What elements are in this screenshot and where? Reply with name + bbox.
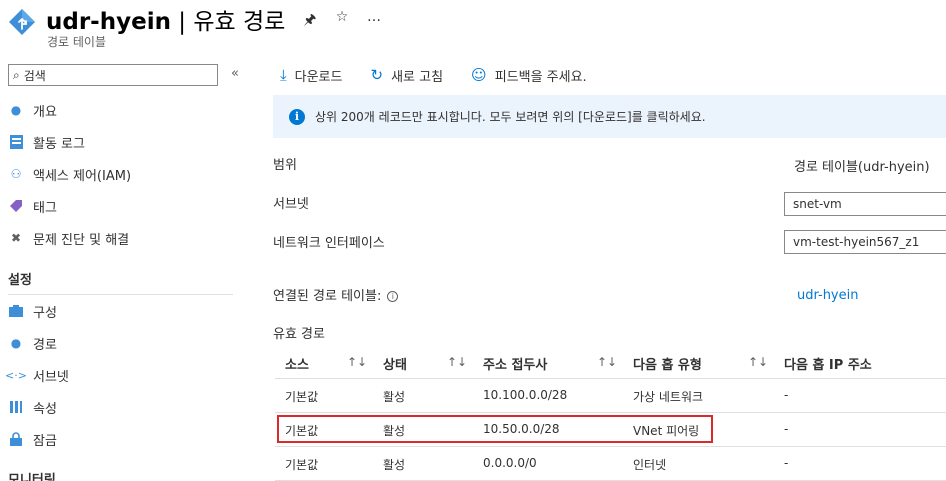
sidebar-item-configuration[interactable]: 구성 (8, 299, 57, 323)
sort-icon[interactable]: ↑↓ (597, 355, 617, 369)
route-icon: ● (10, 336, 22, 350)
nic-label: 네트워크 인터페이스 (273, 236, 385, 251)
sidebar-item-locks[interactable]: 잠금 (8, 427, 57, 451)
collapse-sidebar-icon[interactable]: « (231, 66, 239, 81)
page-header: udr-hyein | 유효 경로 경로 테이블 🖈︎ ☆ … (0, 0, 946, 56)
iam-icon: ⚇ (10, 167, 22, 181)
col-header-next-hop-ip[interactable]: 다음 홉 IP 주소 (784, 354, 872, 373)
cell-next-hop-ip: - (784, 422, 789, 436)
effective-routes-heading: 유효 경로 (273, 327, 325, 342)
cell-state: 활성 (383, 390, 406, 404)
cell-state: 활성 (383, 458, 406, 472)
section-monitoring: 모니터링 (8, 473, 56, 481)
sidebar-item-subnets[interactable]: <·> 서브넷 (5, 363, 69, 387)
subnet-dropdown[interactable]: snet-vm (784, 192, 946, 216)
table-row: 기본값 활성 0.0.0.0/0 인터넷 - (275, 447, 946, 481)
refresh-button[interactable]: ↻ 새로 고침 (370, 66, 443, 85)
tag-icon (8, 198, 24, 214)
info-banner: i 상위 200개 레코드만 표시합니다. 모두 보려면 위의 [다운로드]를 … (273, 95, 946, 138)
pin-icon[interactable]: 🖈︎ (300, 9, 320, 33)
info-circle-icon[interactable]: i (387, 291, 399, 302)
config-icon (8, 303, 24, 319)
linked-route-table-label: 연결된 경로 테이블: i (273, 285, 399, 304)
log-icon (8, 134, 24, 150)
sort-icon[interactable]: ↑↓ (347, 355, 367, 369)
sidebar: ⌕ 검색 « ● 개요 활동 로그 ⚇ 액세스 제어(IAM) 태그 ✖ 문제 … (0, 56, 250, 481)
sort-icon[interactable]: ↑↓ (748, 355, 768, 369)
wrench-icon: ✖ (10, 231, 22, 245)
sidebar-item-tags[interactable]: 태그 (8, 194, 57, 218)
star-icon[interactable]: ☆ (332, 9, 352, 33)
highlight-box (277, 415, 713, 443)
sidebar-item-diagnose[interactable]: ✖ 문제 진단 및 해결 (8, 226, 129, 250)
cell-next-hop-ip: - (784, 388, 789, 402)
cell-prefix: 10.100.0.0/28 (483, 388, 568, 402)
people-icon: ● (10, 103, 22, 117)
scope-label: 범위 (273, 158, 297, 173)
col-header-source[interactable]: 소스 (285, 354, 309, 373)
sidebar-item-routes[interactable]: ● 경로 (8, 331, 57, 355)
sort-icon[interactable]: ↑↓ (447, 355, 467, 369)
sidebar-item-activity-log[interactable]: 활동 로그 (8, 130, 85, 154)
section-settings: 설정 (8, 273, 32, 288)
sidebar-item-overview[interactable]: ● 개요 (8, 98, 57, 122)
download-button[interactable]: ⤓ 다운로드 (280, 66, 342, 85)
cell-next-hop-type: 인터넷 (633, 458, 667, 472)
cell-source: 기본값 (285, 458, 319, 472)
command-bar: ⤓ 다운로드 ↻ 새로 고침 ☺ 피드백을 주세요. (280, 62, 615, 88)
subnet-label: 서브넷 (273, 197, 309, 212)
route-table-icon (9, 9, 35, 35)
refresh-icon: ↻ (370, 66, 384, 84)
cell-next-hop-type: 가상 네트워크 (633, 390, 704, 404)
feedback-icon: ☺ (471, 66, 487, 84)
cell-source: 기본값 (285, 390, 319, 404)
more-icon[interactable]: … (364, 9, 384, 33)
subnet-icon: <·> (5, 368, 27, 382)
linked-route-table-link[interactable]: udr-hyein (797, 288, 858, 303)
lock-icon (8, 431, 24, 447)
cell-next-hop-ip: - (784, 456, 789, 470)
download-icon: ⤓ (280, 66, 287, 84)
table-row: 기본값 활성 10.100.0.0/28 가상 네트워크 - (275, 379, 946, 413)
col-header-next-hop-type[interactable]: 다음 홉 유형 (633, 354, 702, 373)
sidebar-item-iam[interactable]: ⚇ 액세스 제어(IAM) (8, 162, 131, 186)
page-title: udr-hyein | 유효 경로 (46, 9, 286, 35)
nic-dropdown[interactable]: vm-test-hyein567_z1 (784, 230, 946, 254)
info-icon: i (289, 108, 305, 125)
feedback-button[interactable]: ☺ 피드백을 주세요. (471, 66, 587, 85)
search-icon: ⌕ (13, 67, 20, 82)
col-header-state[interactable]: 상태 (383, 354, 407, 373)
properties-icon (8, 399, 24, 415)
cell-prefix: 0.0.0.0/0 (483, 456, 537, 470)
section-divider (8, 294, 233, 295)
page-subtitle: 경로 테이블 (47, 35, 107, 49)
col-header-prefix[interactable]: 주소 접두사 (483, 354, 547, 373)
sidebar-item-properties[interactable]: 속성 (8, 395, 57, 419)
scope-value: 경로 테이블(udr-hyein) (794, 160, 930, 175)
search-input[interactable]: ⌕ 검색 (8, 64, 218, 86)
